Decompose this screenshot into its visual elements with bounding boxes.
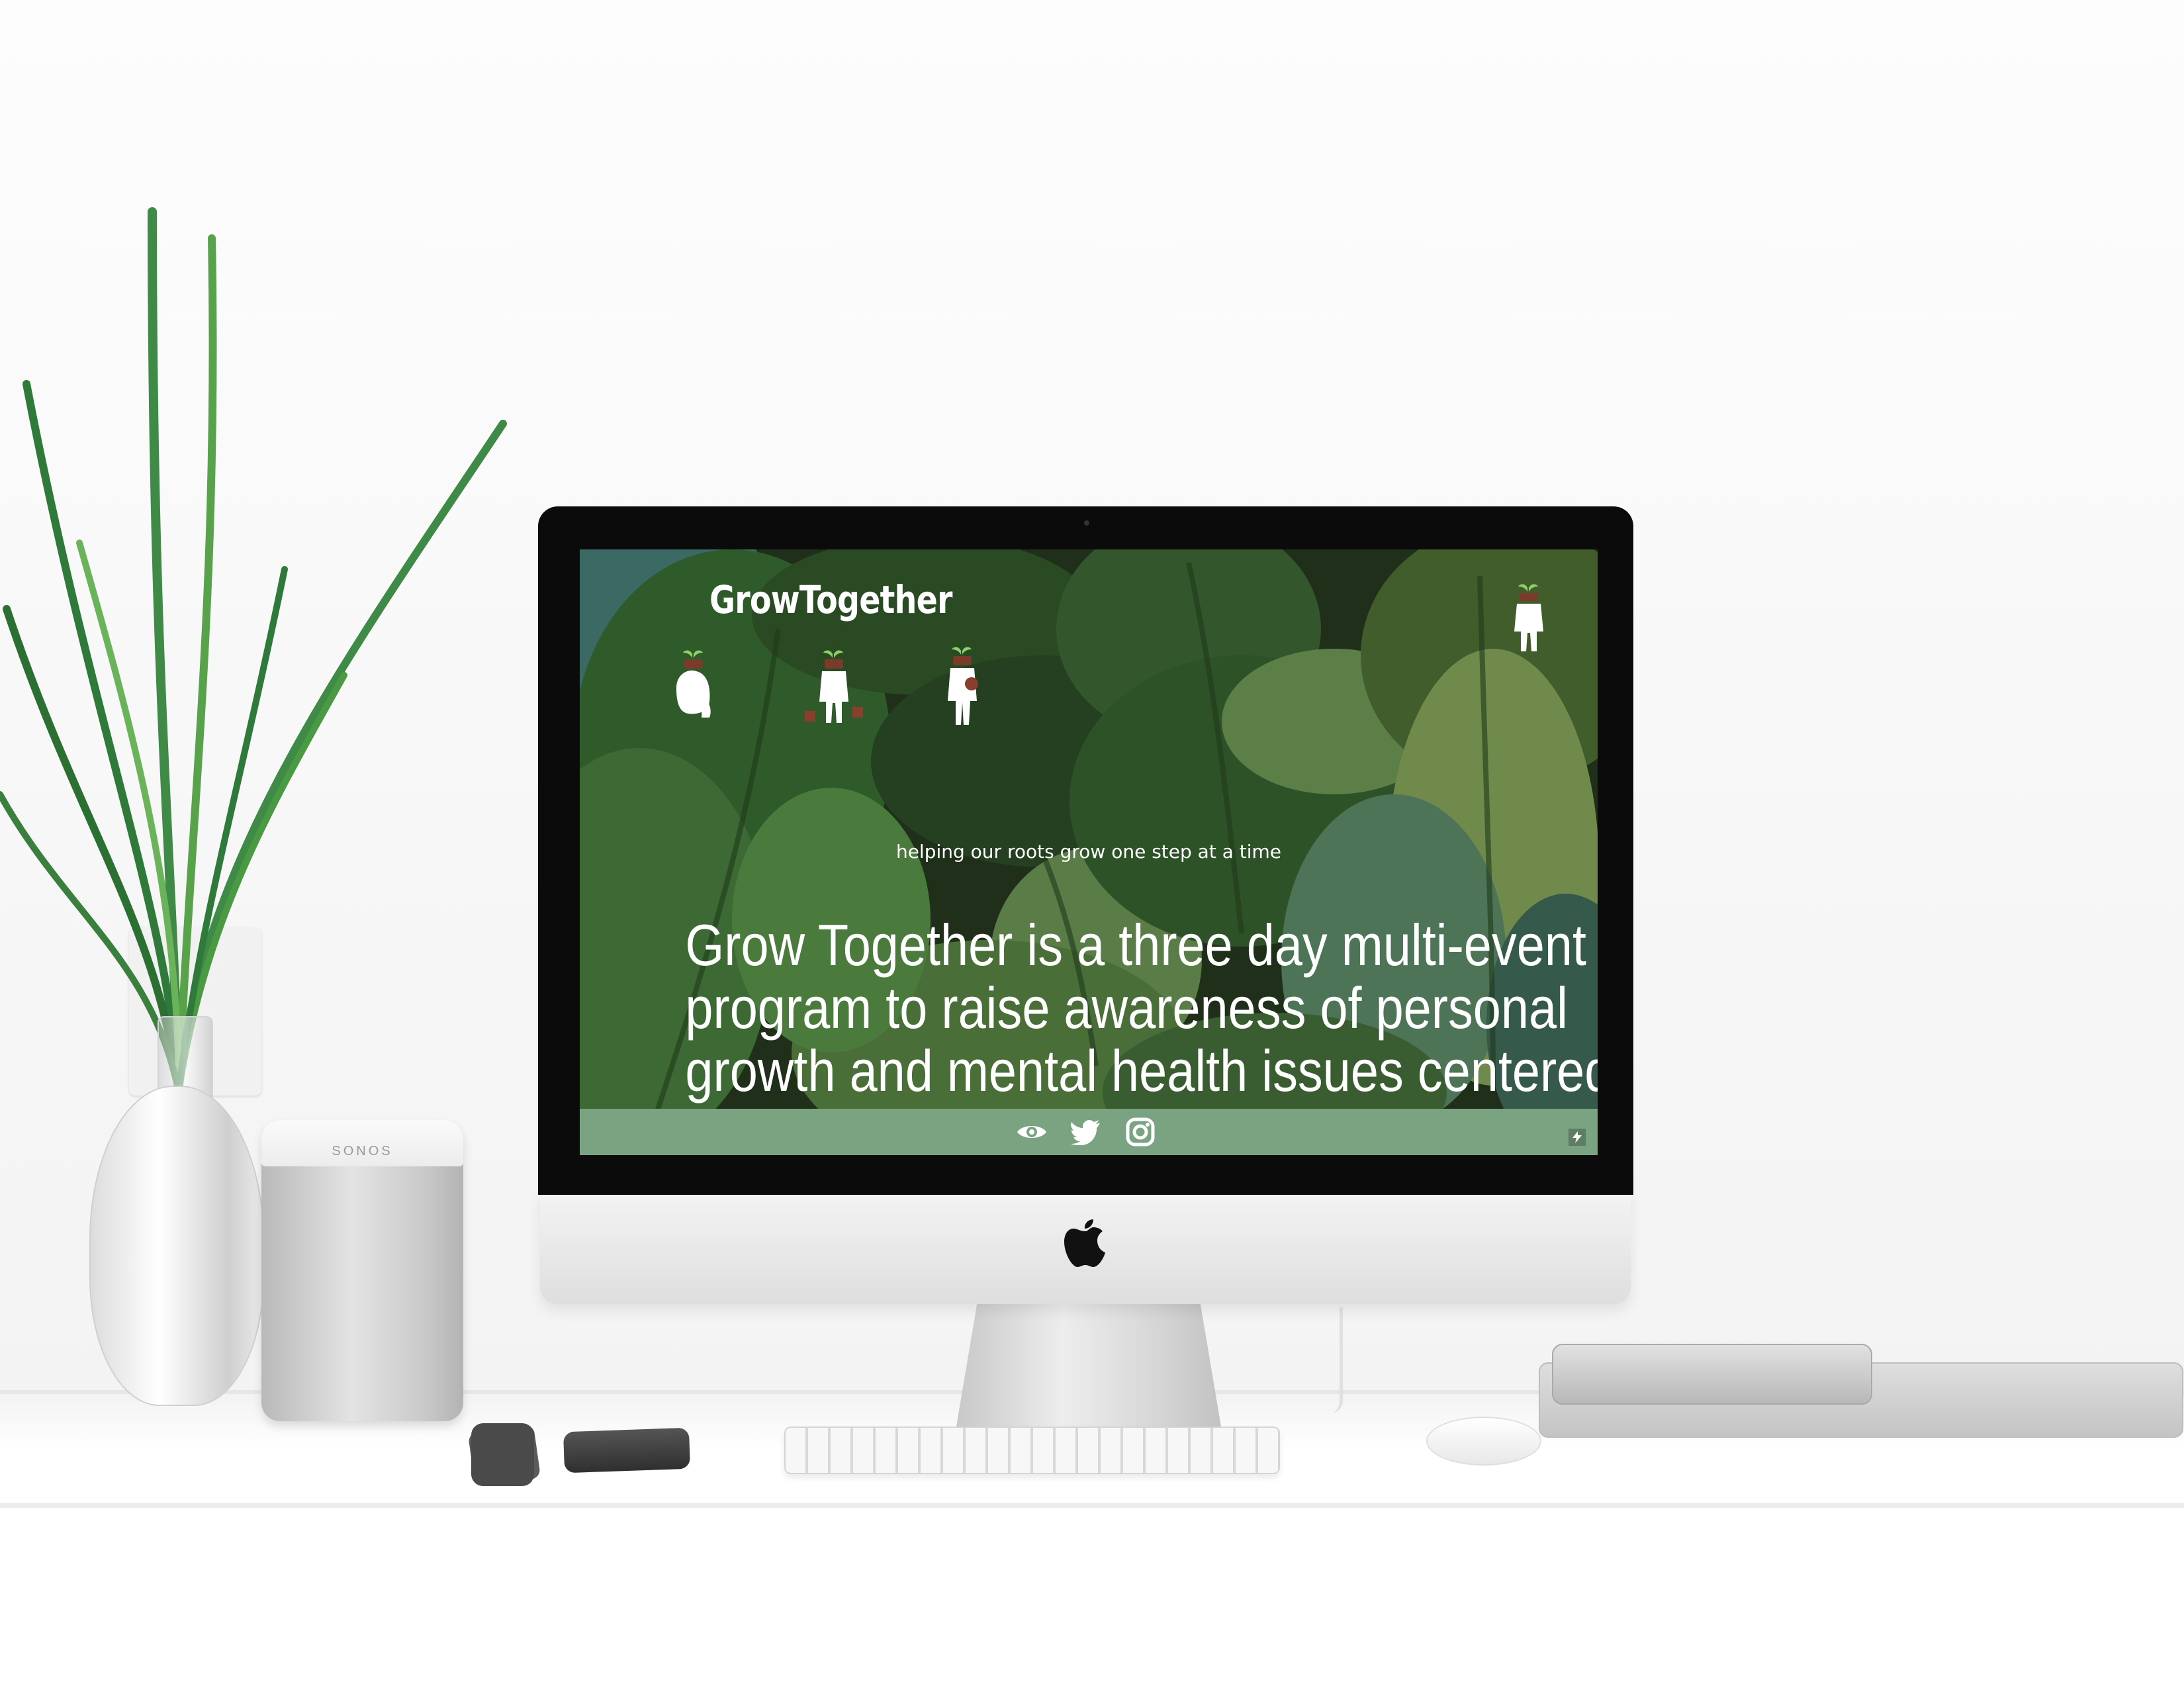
power-cable — [1330, 1307, 1343, 1413]
headline-line: program to raise awareness of personal — [685, 975, 1568, 1041]
site-logo[interactable]: GrowTogether — [709, 577, 953, 622]
keyboard — [784, 1427, 1280, 1474]
eye-icon[interactable] — [1013, 1115, 1050, 1149]
camera-icon — [1084, 520, 1089, 526]
smartphone — [563, 1427, 691, 1474]
headline-line: Grow Together is a three day multi-event — [685, 912, 1586, 978]
speaker-top — [261, 1120, 463, 1166]
desk-shadow — [0, 1503, 2184, 1508]
speaker-brand-label: SONOS — [332, 1144, 393, 1158]
website-screen: GrowTogether helping our roots grow one … — [580, 549, 1598, 1155]
instagram-icon[interactable] — [1122, 1115, 1159, 1149]
headline-line: growth and mental health issues centered — [685, 1038, 1598, 1103]
social-icons — [1013, 1115, 1159, 1149]
tagline: helping our roots grow one step at a tim… — [895, 841, 1282, 863]
apple-logo-icon — [1064, 1219, 1105, 1267]
standing-figure-with-pots-icon — [805, 650, 863, 723]
plant-illustration — [0, 207, 507, 1092]
figure-holding-plant-icon — [948, 647, 978, 725]
mouse — [1426, 1417, 1541, 1466]
footer-bar — [580, 1109, 1598, 1155]
tablet — [1552, 1344, 1872, 1405]
bolt-icon[interactable] — [1569, 1129, 1586, 1146]
sitting-figure-icon — [676, 650, 711, 718]
hero-headline: Grow Together is a three day multi-event… — [685, 912, 1598, 1103]
twitter-icon[interactable] — [1068, 1115, 1105, 1149]
imac-stand — [956, 1301, 1221, 1427]
glass-vase — [89, 1086, 264, 1406]
smartwatch — [471, 1423, 534, 1486]
figure-top-right-icon — [1514, 584, 1543, 651]
